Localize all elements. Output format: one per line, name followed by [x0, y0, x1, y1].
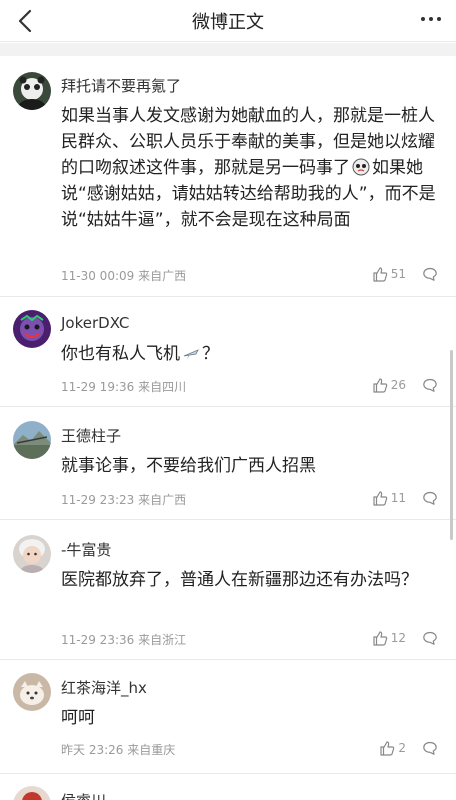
like-button[interactable]: 11: [372, 490, 406, 506]
comment-actions: 12: [372, 629, 438, 647]
comment-text-part: ？: [202, 344, 219, 364]
like-count: 2: [398, 741, 406, 755]
emoji-icon: [352, 158, 370, 176]
avatar[interactable]: [13, 72, 51, 110]
page-title: 微博正文: [192, 12, 264, 33]
comment-meta: 11-29 23:36 来自浙江: [61, 631, 186, 648]
thumbs-up-icon: [372, 490, 388, 506]
comment-text: 呵呵: [61, 705, 441, 731]
like-button[interactable]: 12: [372, 630, 406, 646]
avatar[interactable]: [13, 786, 51, 800]
comment-username[interactable]: 侯睿川: [61, 790, 106, 800]
like-button[interactable]: 2: [379, 740, 406, 756]
comment-text-part: 医院都放弃了，普通人在新疆那边还有办法吗？: [61, 570, 418, 590]
like-button[interactable]: 51: [372, 266, 406, 282]
thumbs-up-icon: [372, 630, 388, 646]
comment-text-part: 就事论事，不要给我们广西人招黑: [61, 456, 316, 476]
section-divider: [0, 43, 456, 56]
comment-item: 王德柱子 就事论事，不要给我们广西人招黑 11-29 23:23 来自广西 11: [0, 407, 456, 520]
nav-bar: 微博正文: [0, 0, 456, 42]
comment-text: 医院都放弃了，普通人在新疆那边还有办法吗？: [61, 567, 441, 593]
like-count: 26: [390, 378, 406, 392]
comment-meta: 11-29 23:23 来自广西: [61, 491, 186, 508]
reply-bubble-icon[interactable]: [422, 630, 438, 646]
comment-location: 来自浙江: [138, 633, 187, 647]
comment-meta: 11-29 19:36 来自四川: [61, 378, 186, 395]
comment-item: 拜托请不要再氪了 如果当事人发文感谢为她献血的人，那就是一桩人民群众、公职人员乐…: [0, 56, 456, 297]
comment-time: 11-29 19:36: [61, 380, 135, 394]
avatar[interactable]: [13, 535, 51, 573]
reply-bubble-icon[interactable]: [422, 266, 438, 282]
like-button[interactable]: 26: [372, 377, 406, 393]
comment-text-part: 呵呵: [61, 708, 95, 728]
comment-time: 11-29 23:23: [61, 493, 135, 507]
comment-text-part: 你也有私人飞机: [61, 344, 180, 364]
reply-bubble-icon[interactable]: [422, 740, 438, 756]
comment-item: 侯睿川: [0, 774, 456, 800]
comment-location: 来自四川: [138, 380, 187, 394]
comment-meta: 11-30 00:09 来自广西: [61, 267, 186, 284]
comment-username[interactable]: 红茶海洋_hx: [61, 677, 147, 698]
comment-time: 11-29 23:36: [61, 633, 135, 647]
comment-username[interactable]: -牛富贵: [61, 539, 111, 560]
thumbs-up-icon: [372, 377, 388, 393]
comment-location: 来自广西: [138, 493, 187, 507]
comment-actions: 2: [379, 739, 438, 757]
airplane-emoji-icon: [182, 344, 200, 362]
reply-bubble-icon[interactable]: [422, 490, 438, 506]
like-count: 11: [390, 491, 406, 505]
comment-text: 就事论事，不要给我们广西人招黑: [61, 453, 441, 479]
reply-bubble-icon[interactable]: [422, 377, 438, 393]
comment-username[interactable]: 王德柱子: [61, 425, 121, 446]
comment-actions: 11: [372, 489, 438, 507]
comment-time: 11-30 00:09: [61, 269, 135, 283]
like-count: 51: [390, 267, 406, 281]
comment-item: 红茶海洋_hx 呵呵 昨天 23:26 来自重庆 2: [0, 660, 456, 774]
thumbs-up-icon: [379, 740, 395, 756]
comment-time: 昨天 23:26: [61, 743, 124, 757]
more-options-icon[interactable]: [420, 9, 442, 29]
avatar[interactable]: [13, 310, 51, 348]
comment-item: -牛富贵 医院都放弃了，普通人在新疆那边还有办法吗？ 11-29 23:36 来…: [0, 520, 456, 660]
like-count: 12: [390, 631, 406, 645]
comment-location: 来自重庆: [127, 743, 176, 757]
thumbs-up-icon: [372, 266, 388, 282]
comment-location: 来自广西: [138, 269, 187, 283]
comment-item: JokerDXC 你也有私人飞机 ？ 11-29 19:36 来自四川 26: [0, 297, 456, 407]
comment-meta: 昨天 23:26 来自重庆: [61, 741, 175, 758]
comment-actions: 51: [372, 265, 438, 283]
comment-text: 如果当事人发文感谢为她献血的人，那就是一桩人民群众、公职人员乐于奉献的美事，但是…: [61, 103, 441, 233]
scrollbar[interactable]: [450, 350, 453, 540]
avatar[interactable]: [13, 673, 51, 711]
comment-text: 你也有私人飞机 ？: [61, 341, 441, 367]
avatar[interactable]: [13, 421, 51, 459]
comment-username[interactable]: 拜托请不要再氪了: [61, 75, 181, 96]
comment-actions: 26: [372, 376, 438, 394]
comment-username[interactable]: JokerDXC: [61, 314, 129, 332]
